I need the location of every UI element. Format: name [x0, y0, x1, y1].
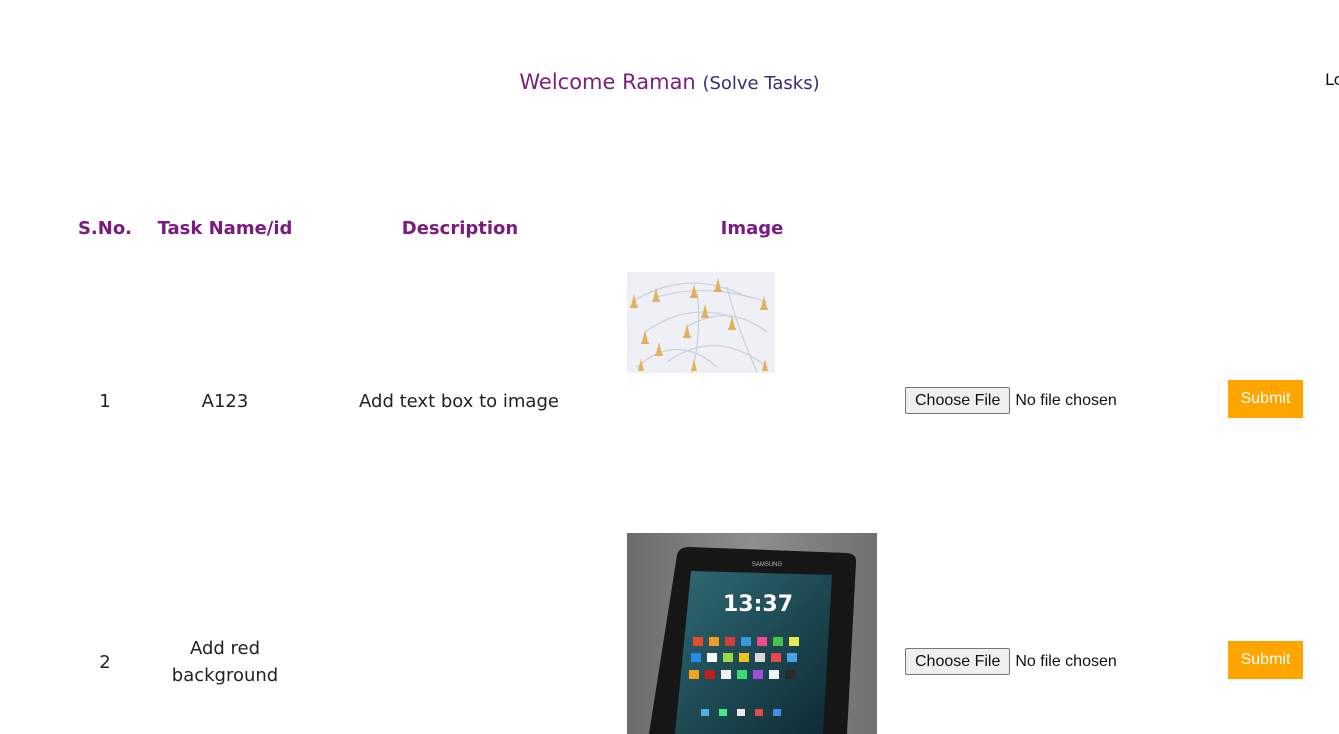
row-1-choose-file-button[interactable]: Choose File [905, 387, 1011, 414]
column-header-task: Task Name/id [157, 218, 293, 239]
welcome-text: Welcome Raman [519, 70, 696, 94]
tablet-brand-text: SAMSUNG [752, 562, 783, 568]
row-1-task: A123 [201, 391, 249, 412]
row-2-choose-file-button[interactable]: Choose File [905, 648, 1011, 675]
row-2-file-input[interactable]: Choose File No file chosen [905, 648, 1117, 675]
row-1-description: Add text box to image [359, 391, 559, 412]
column-header-sno: S.No. [77, 218, 133, 239]
welcome-subtitle: (Solve Tasks) [702, 73, 820, 94]
tablet-clock-text: 13:37 [723, 592, 793, 617]
row-2-task: Add red background [171, 638, 279, 686]
row-2-submit-button[interactable]: Submit [1228, 641, 1303, 679]
welcome-heading: Welcome Raman (Solve Tasks) [0, 70, 1339, 94]
column-header-description: Description [401, 218, 519, 239]
column-header-image: Image [720, 218, 784, 239]
row-2-file-status: No file chosen [1015, 652, 1117, 670]
samsung-tablet-image: SAMSUNG 13:37 [627, 533, 877, 734]
row-1-file-status: No file chosen [1015, 391, 1117, 409]
network-graph-image [627, 272, 775, 373]
row-2-sno: 2 [99, 652, 111, 673]
row-1-file-input[interactable]: Choose File No file chosen [905, 387, 1117, 414]
row-1-sno: 1 [99, 391, 111, 412]
logout-link[interactable]: Lo [1325, 70, 1339, 89]
row-1-submit-button[interactable]: Submit [1228, 380, 1303, 418]
